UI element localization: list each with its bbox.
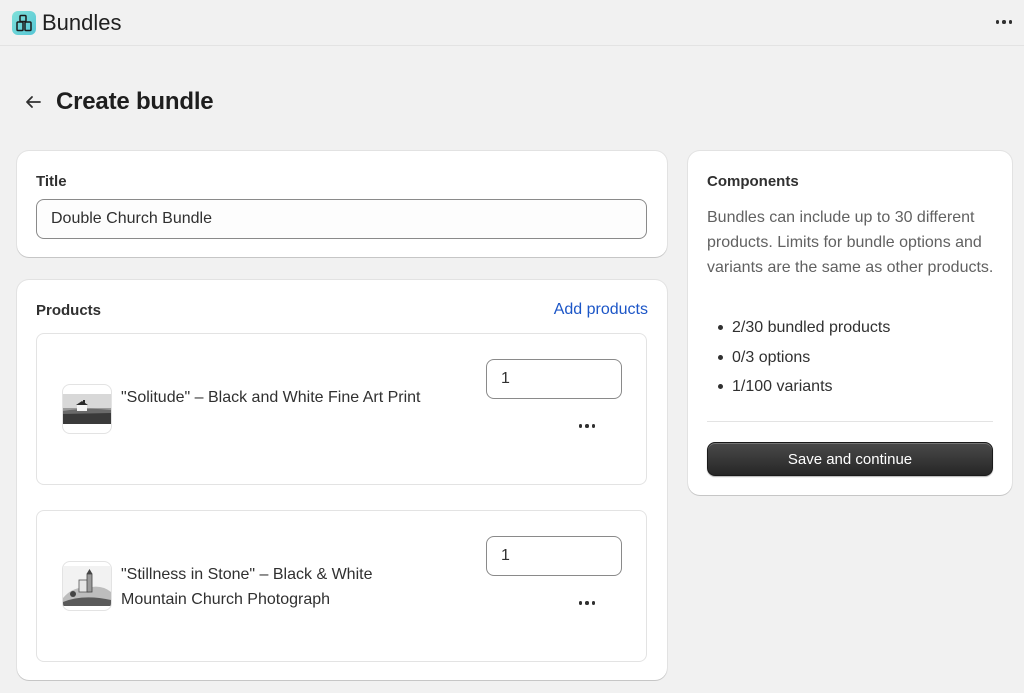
- product-name: "Solitude" – Black and White Fine Art Pr…: [121, 389, 421, 406]
- limit-item: 1/100 variants: [707, 372, 890, 402]
- product-item: "Solitude" – Black and White Fine Art Pr…: [36, 333, 647, 485]
- back-arrow-icon[interactable]: [22, 91, 44, 113]
- products-label: Products: [36, 302, 102, 319]
- limits-list: 2/30 bundled products 0/3 options 1/100 …: [707, 313, 890, 402]
- bundle-title-input[interactable]: [36, 199, 647, 239]
- quantity-input[interactable]: [486, 536, 622, 576]
- church-photo-thumbnail: [62, 384, 112, 434]
- components-label: Components: [707, 173, 799, 190]
- more-actions-icon[interactable]: [994, 12, 1014, 32]
- product-item: "Stillness in Stone" – Black & White Mou…: [36, 510, 647, 662]
- more-actions-icon[interactable]: [577, 596, 597, 610]
- page-title: Create bundle: [56, 88, 214, 115]
- components-description: Bundles can include up to 30 different p…: [707, 209, 994, 276]
- limit-item: 2/30 bundled products: [707, 313, 890, 343]
- save-and-continue-button[interactable]: Save and continue: [707, 442, 993, 476]
- bundles-app-icon: [12, 10, 36, 35]
- app-title: Bundles: [42, 9, 122, 35]
- add-products-link[interactable]: Add products: [554, 301, 648, 319]
- quantity-input[interactable]: [486, 359, 622, 399]
- products-card: Products Add products "Solitude" – Black…: [17, 280, 667, 680]
- limit-item: 0/3 options: [707, 343, 890, 373]
- page-header: Create bundle: [22, 88, 214, 116]
- product-name: "Stillness in Stone" – Black & White Mou…: [121, 566, 373, 608]
- more-actions-icon[interactable]: [577, 419, 597, 433]
- components-card: Components Bundles can include up to 30 …: [688, 151, 1012, 495]
- church-photo-thumbnail: [62, 561, 112, 611]
- app-header: Bundles: [0, 0, 1024, 46]
- title-label: Title: [36, 173, 67, 190]
- divider: [707, 421, 993, 422]
- title-card: Title: [17, 151, 667, 257]
